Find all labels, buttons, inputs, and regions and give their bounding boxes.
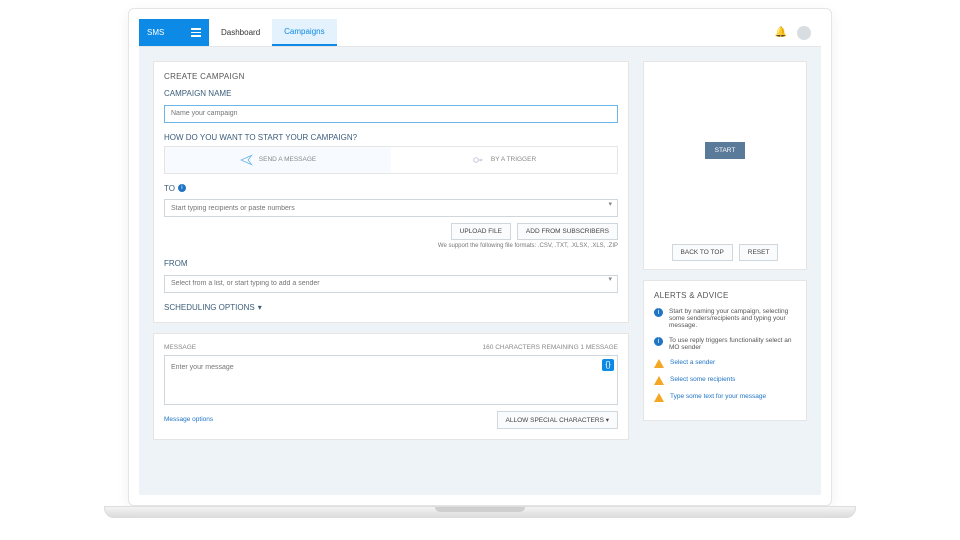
scheduling-options-toggle[interactable]: SCHEDULING OPTIONS ▾ <box>164 303 618 312</box>
avatar[interactable] <box>797 26 811 40</box>
warning-icon <box>654 359 664 368</box>
back-to-top-button[interactable]: BACK TO TOP <box>672 244 733 261</box>
option-by-trigger[interactable]: BY A TRIGGER <box>391 147 617 173</box>
alerts-title: ALERTS & ADVICE <box>654 291 796 300</box>
tab-dashboard[interactable]: Dashboard <box>209 19 272 46</box>
to-input[interactable] <box>164 199 618 217</box>
start-mode-group: SEND A MESSAGE BY A TRIGGER <box>164 146 618 174</box>
message-label: MESSAGE <box>164 344 196 351</box>
reset-button[interactable]: RESET <box>739 244 779 261</box>
message-input[interactable] <box>165 359 597 375</box>
chevron-down-icon: ▾ <box>258 303 262 312</box>
alert-warn-message[interactable]: Type some text for your message <box>654 393 796 402</box>
start-mode-label: HOW DO YOU WANT TO START YOUR CAMPAIGN? <box>164 133 618 142</box>
laptop-base <box>104 506 856 518</box>
tab-campaigns[interactable]: Campaigns <box>272 19 336 46</box>
message-options-link[interactable]: Message options <box>164 416 213 423</box>
upload-file-button[interactable]: UPLOAD FILE <box>451 223 511 240</box>
preview-card: START BACK TO TOP RESET <box>643 61 807 270</box>
info-icon: i <box>654 337 663 346</box>
alert-info-2: i To use reply triggers functionality se… <box>654 337 796 351</box>
option-send-message[interactable]: SEND A MESSAGE <box>165 147 391 173</box>
warning-icon <box>654 393 664 402</box>
option-trigger-label: BY A TRIGGER <box>491 156 536 163</box>
insert-variable-button[interactable]: {} <box>602 359 614 371</box>
char-remaining: 160 CHARACTERS REMAINING 1 MESSAGE <box>483 344 618 351</box>
brand-label: SMS <box>147 28 164 37</box>
warning-icon <box>654 376 664 385</box>
alert-warn-sender[interactable]: Select a sender <box>654 359 796 368</box>
campaign-name-label: CAMPAIGN NAME <box>164 89 618 98</box>
hamburger-icon[interactable] <box>191 28 201 37</box>
trigger-icon <box>472 154 486 166</box>
from-input[interactable] <box>164 275 618 293</box>
info-icon: i <box>654 308 663 317</box>
allow-special-chars-button[interactable]: ALLOW SPECIAL CHARACTERS ▾ <box>497 411 618 429</box>
send-icon <box>240 154 254 166</box>
alert-info-1: i Start by naming your campaign, selecti… <box>654 308 796 329</box>
page-title: CREATE CAMPAIGN <box>164 72 618 81</box>
start-button[interactable]: START <box>705 142 746 159</box>
bell-icon[interactable]: 🔔 <box>775 27 787 38</box>
top-bar: SMS Dashboard Campaigns 🔔 <box>139 19 821 47</box>
alert-warn-recipients[interactable]: Select some recipients <box>654 376 796 385</box>
add-from-subscribers-button[interactable]: ADD FROM SUBSCRIBERS <box>517 223 618 240</box>
file-format-hint: We support the following file formats: .… <box>164 243 618 249</box>
create-campaign-card: CREATE CAMPAIGN CAMPAIGN NAME HOW DO YOU… <box>153 61 629 323</box>
option-send-label: SEND A MESSAGE <box>259 156 316 163</box>
campaign-name-input[interactable] <box>164 105 618 123</box>
message-card: MESSAGE 160 CHARACTERS REMAINING 1 MESSA… <box>153 333 629 440</box>
from-label: FROM <box>164 259 618 268</box>
to-info-icon[interactable]: i <box>178 184 186 192</box>
alerts-card: ALERTS & ADVICE i Start by naming your c… <box>643 280 807 421</box>
to-label: TO i <box>164 184 618 193</box>
brand-block: SMS <box>139 19 209 46</box>
